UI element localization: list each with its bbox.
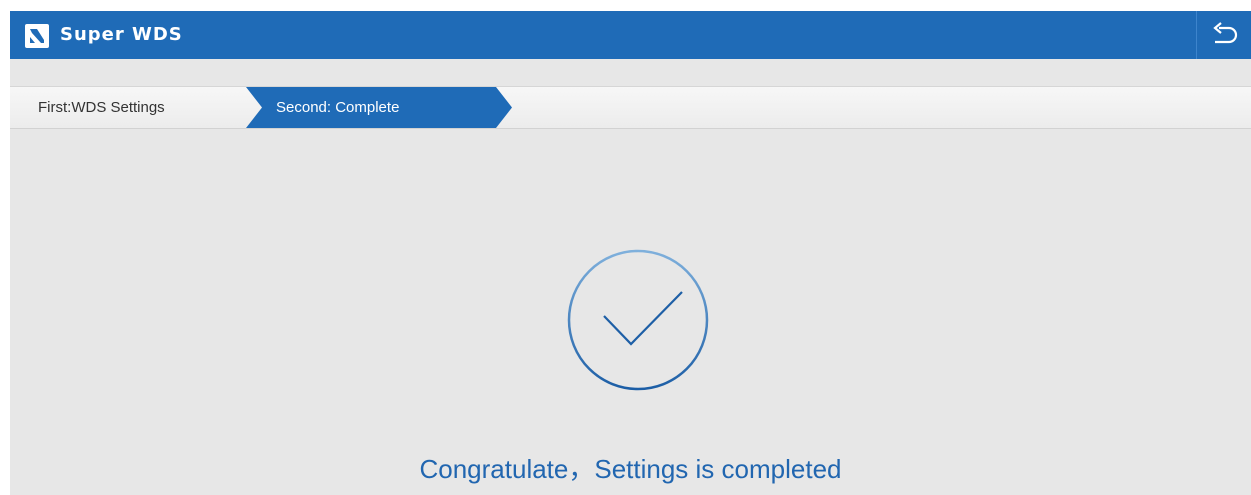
wds-logo-icon (25, 24, 49, 48)
step-second-label: Second: Complete (276, 99, 400, 116)
checkmark-circle-icon (567, 249, 709, 391)
completion-message: Congratulate，Settings is completed (419, 454, 842, 484)
title-bar: Super WDS (10, 11, 1251, 59)
step-second: Second: Complete (246, 87, 512, 128)
return-icon (1213, 22, 1238, 44)
step-first: First:WDS Settings (10, 87, 250, 128)
success-indicator (566, 248, 710, 392)
step-indicator: First:WDS Settings Second: Complete (10, 86, 1251, 129)
back-button[interactable] (1196, 11, 1251, 59)
app-window: Super WDS First:WDS Settings Second: Com… (10, 11, 1251, 495)
step-first-label: First:WDS Settings (38, 99, 165, 116)
app-title: Super WDS (60, 24, 183, 45)
